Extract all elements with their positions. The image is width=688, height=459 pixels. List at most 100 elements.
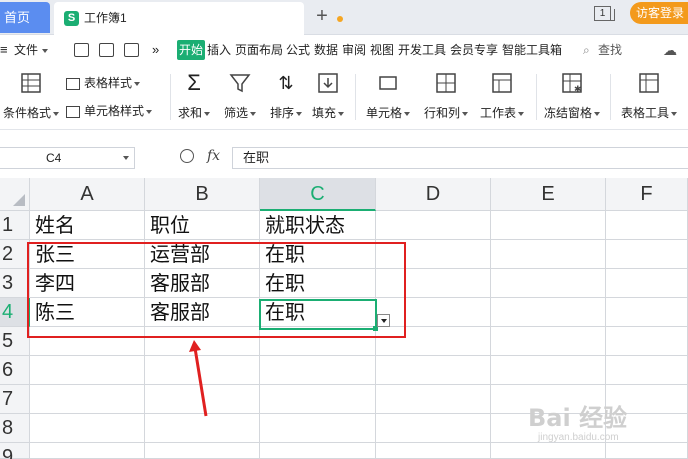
- select-all-icon: [13, 194, 25, 206]
- cell-f2[interactable]: [606, 240, 688, 269]
- filter-icon: [229, 74, 251, 93]
- menu-insert[interactable]: 插入: [207, 36, 231, 64]
- freeze-panes-icon: ✱: [562, 73, 582, 94]
- window-count-icon[interactable]: 1: [594, 6, 611, 21]
- menu-view[interactable]: 视图: [370, 36, 394, 64]
- cell-e1[interactable]: [491, 211, 606, 240]
- cell-c7[interactable]: [260, 385, 376, 414]
- function-icon[interactable]: fx: [207, 148, 220, 164]
- save-icon[interactable]: [74, 43, 89, 57]
- ribbon-toolbar: 条件格式 表格样式 单元格样式 Σ 求和 筛选 ⇅ 排序 填充 单元格 行和列 …: [0, 64, 688, 130]
- cell-c9[interactable]: [260, 443, 376, 459]
- menu-page-layout[interactable]: 页面布局: [235, 36, 283, 64]
- cell-a9[interactable]: [30, 443, 145, 459]
- row-header-7[interactable]: 7: [0, 385, 30, 414]
- title-tab-bar: 首页 S 工作簿1 + 1 访客登录: [0, 0, 688, 35]
- zoom-search-icon[interactable]: [180, 149, 194, 163]
- cell-e3[interactable]: [491, 269, 606, 298]
- print-preview-icon[interactable]: [124, 43, 139, 57]
- column-header-e[interactable]: E: [491, 178, 606, 211]
- menu-smart-toolbox[interactable]: 智能工具箱: [502, 36, 562, 64]
- spreadsheet-icon: S: [64, 11, 79, 26]
- cell-icon: [379, 76, 397, 90]
- row-header-5[interactable]: 5: [0, 327, 30, 356]
- home-tab[interactable]: 首页: [0, 2, 50, 33]
- row-col-label: 行和列: [418, 104, 474, 121]
- cell-f1[interactable]: [606, 211, 688, 240]
- row-header-1[interactable]: 1: [0, 211, 30, 240]
- cell-f6[interactable]: [606, 356, 688, 385]
- cell-style-button[interactable]: 单元格样式: [66, 102, 166, 122]
- row-col-button[interactable]: 行和列: [418, 64, 474, 130]
- cell-c8[interactable]: [260, 414, 376, 443]
- row-header-6[interactable]: 6: [0, 356, 30, 385]
- sort-button[interactable]: ⇅ 排序: [264, 64, 308, 130]
- row-header-9[interactable]: 9: [0, 443, 30, 459]
- filter-button[interactable]: 筛选: [218, 64, 262, 130]
- cell-d8[interactable]: [376, 414, 491, 443]
- name-box[interactable]: C4: [0, 147, 135, 169]
- freeze-panes-button[interactable]: ✱ 冻结窗格: [540, 64, 604, 130]
- search-button[interactable]: 查找: [598, 36, 622, 64]
- chevron-down-icon[interactable]: [123, 156, 129, 160]
- chevron-down-icon[interactable]: [40, 36, 48, 64]
- cell-f4[interactable]: [606, 298, 688, 327]
- formula-input[interactable]: 在职: [232, 147, 688, 169]
- cell-d6[interactable]: [376, 356, 491, 385]
- column-header-c[interactable]: C: [260, 178, 376, 211]
- cell-e5[interactable]: [491, 327, 606, 356]
- cell-c6[interactable]: [260, 356, 376, 385]
- select-all-corner[interactable]: [0, 178, 30, 211]
- cell-e4[interactable]: [491, 298, 606, 327]
- cell-d7[interactable]: [376, 385, 491, 414]
- table-tools-button[interactable]: 表格工具: [616, 64, 682, 130]
- table-style-button[interactable]: 表格样式: [66, 74, 156, 94]
- fill-button[interactable]: 填充: [306, 64, 350, 130]
- more-menu-button[interactable]: »: [152, 36, 159, 64]
- cell-a1[interactable]: 姓名: [30, 211, 145, 240]
- column-header-a[interactable]: A: [30, 178, 145, 211]
- cell-b1[interactable]: 职位: [145, 211, 260, 240]
- row-header-4[interactable]: 4: [0, 298, 30, 327]
- cell-a7[interactable]: [30, 385, 145, 414]
- cell-button[interactable]: 单元格: [360, 64, 416, 130]
- cell-d9[interactable]: [376, 443, 491, 459]
- column-header-d[interactable]: D: [376, 178, 491, 211]
- row-header-2[interactable]: 2: [0, 240, 30, 269]
- column-header-b[interactable]: B: [145, 178, 260, 211]
- cloud-sync-icon[interactable]: ☁: [663, 36, 677, 64]
- login-button[interactable]: 访客登录: [630, 2, 688, 24]
- document-tab[interactable]: S 工作簿1: [54, 2, 343, 35]
- freeze-panes-label: 冻结窗格: [540, 104, 604, 121]
- cell-e2[interactable]: [491, 240, 606, 269]
- cell-f5[interactable]: [606, 327, 688, 356]
- conditional-format-label: 条件格式: [0, 104, 62, 121]
- menu-member[interactable]: 会员专享: [450, 36, 498, 64]
- worksheet-button[interactable]: 工作表: [474, 64, 530, 130]
- cell-b9[interactable]: [145, 443, 260, 459]
- menu-formula[interactable]: 公式: [286, 36, 310, 64]
- cell-d1[interactable]: [376, 211, 491, 240]
- menu-file[interactable]: 文件: [14, 36, 38, 64]
- conditional-format-button[interactable]: 条件格式: [0, 64, 62, 130]
- menu-home[interactable]: 开始: [177, 40, 206, 60]
- cell-f3[interactable]: [606, 269, 688, 298]
- svg-text:✱: ✱: [574, 84, 582, 94]
- new-tab-button[interactable]: +: [312, 4, 332, 28]
- cell-c1[interactable]: 就职状态: [260, 211, 376, 240]
- menu-review[interactable]: 审阅: [342, 36, 366, 64]
- row-header-3[interactable]: 3: [0, 269, 30, 298]
- column-header-f[interactable]: F: [606, 178, 688, 211]
- menu-data[interactable]: 数据: [314, 36, 338, 64]
- menu-hamburger-icon[interactable]: ≡: [0, 36, 8, 64]
- row-header-8[interactable]: 8: [0, 414, 30, 443]
- cell-a6[interactable]: [30, 356, 145, 385]
- cell-e6[interactable]: [491, 356, 606, 385]
- cell-dropdown-button[interactable]: [377, 314, 390, 327]
- search-icon[interactable]: ⌕: [583, 36, 590, 64]
- sum-button[interactable]: Σ 求和: [172, 64, 216, 130]
- ribbon-divider: [355, 74, 356, 120]
- cell-a8[interactable]: [30, 414, 145, 443]
- menu-developer[interactable]: 开发工具: [398, 36, 446, 64]
- print-icon[interactable]: [99, 43, 114, 57]
